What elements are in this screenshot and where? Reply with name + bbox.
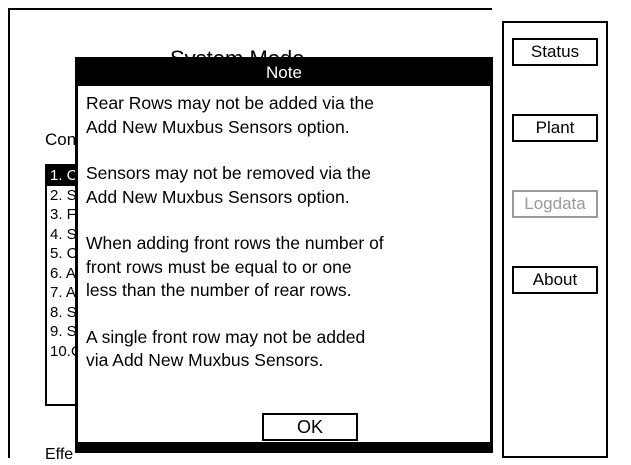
- dialog-body: Rear Rows may not be added via the Add N…: [78, 86, 490, 373]
- plant-button[interactable]: Plant: [512, 114, 598, 142]
- dialog-line: via Add New Muxbus Sensors.: [86, 350, 324, 370]
- dialog-line: Add New Muxbus Sensors option.: [86, 116, 350, 137]
- dialog-paragraph: A single front row may not be added via …: [86, 326, 482, 373]
- dialog-paragraph: When adding front rows the number of fro…: [86, 232, 482, 303]
- dialog-line: Sensors may not be removed via the: [86, 163, 372, 183]
- dialog-line: less than the number of rear rows.: [86, 280, 352, 300]
- ok-button[interactable]: OK: [262, 413, 358, 441]
- logdata-button: Logdata: [512, 190, 598, 218]
- dialog-line: front rows must be equal to or one: [86, 256, 352, 277]
- side-button-panel: Status Plant Logdata About: [502, 21, 608, 458]
- dialog-paragraph: Rear Rows may not be added via the Add N…: [86, 92, 482, 139]
- screen: System Mode Con 1. C 2. S 3. F 4. S 5. C…: [0, 0, 631, 465]
- dialog-line: Add New Muxbus Sensors option.: [86, 186, 350, 207]
- note-dialog: Note Rear Rows may not be added via the …: [75, 57, 493, 445]
- status-button[interactable]: Status: [512, 38, 598, 66]
- dialog-paragraph: Sensors may not be removed via the Add N…: [86, 162, 482, 209]
- config-label: Con: [45, 130, 77, 149]
- about-button[interactable]: About: [512, 266, 598, 294]
- dialog-line: When adding front rows the number of: [86, 233, 384, 253]
- dialog-line: A single front row may not be added: [86, 326, 366, 347]
- dialog-title: Note: [78, 60, 490, 86]
- dialog-line: Rear Rows may not be added via the: [86, 93, 374, 113]
- effect-label: Effe: [45, 446, 74, 463]
